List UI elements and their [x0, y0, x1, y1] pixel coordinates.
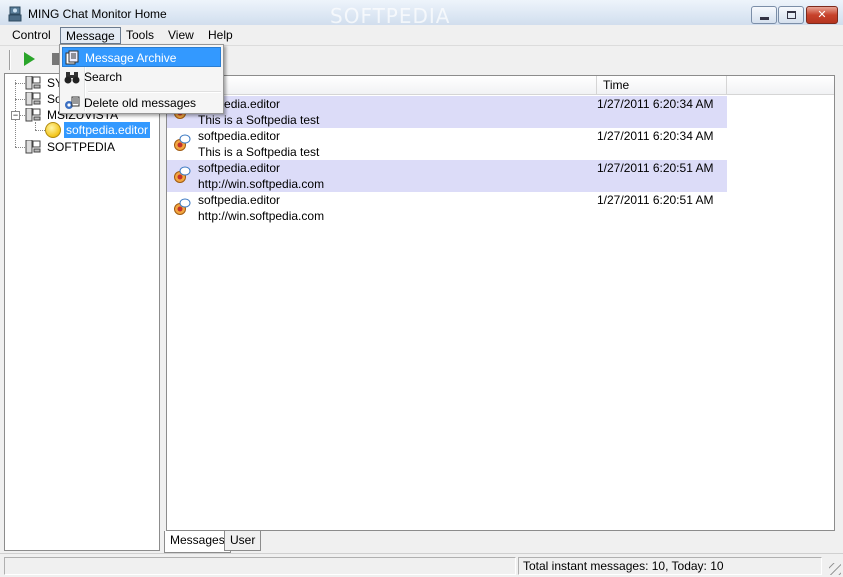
computer-icon [25, 76, 41, 90]
tree-line [35, 130, 45, 131]
menu-item-label: Search [84, 70, 123, 84]
computer-tree[interactable]: SY So − MSIZUVISTA softpedia.editor SOFT… [4, 73, 160, 551]
tab-user[interactable]: User [224, 531, 262, 551]
start-icon[interactable] [24, 52, 35, 66]
computer-icon [25, 140, 41, 154]
message-list[interactable]: Message Time softpedia.editor This is a … [166, 75, 835, 531]
status-panel-empty [4, 557, 516, 575]
tab-strip: Messages User [162, 531, 362, 553]
maximize-button[interactable] [778, 6, 804, 24]
tree-line [15, 99, 25, 100]
message-text: http://win.softpedia.com [198, 177, 325, 191]
message-time: 1/27/2011 6:20:51 AM [597, 193, 714, 207]
column-header-time[interactable]: Time [597, 76, 727, 95]
menu-item-label: Delete old messages [84, 96, 197, 110]
window-title: MING Chat Monitor Home [28, 7, 167, 21]
chat-bubble-icon [174, 198, 191, 215]
message-text: This is a Softpedia test [198, 113, 320, 127]
table-row[interactable]: softpedia.editor http://win.softpedia.co… [167, 192, 727, 224]
message-sender: softpedia.editor [198, 193, 281, 207]
toolbar-separator [9, 50, 11, 70]
menu-item-label: Message Archive [85, 51, 177, 65]
menu-tools[interactable]: Tools [121, 27, 159, 44]
close-button[interactable]: ✕ [806, 6, 838, 24]
menu-control[interactable]: Control [7, 27, 56, 44]
message-text: http://win.softpedia.com [198, 209, 325, 223]
table-row[interactable]: softpedia.editor This is a Softpedia tes… [167, 128, 727, 160]
table-row[interactable]: softpedia.editor This is a Softpedia tes… [167, 96, 727, 128]
message-count-status: Total instant messages: 10, Today: 10 [523, 559, 724, 573]
menu-view[interactable]: View [163, 27, 199, 44]
list-header: Message Time [167, 76, 834, 95]
column-header-message[interactable]: Message [167, 76, 597, 95]
delete-messages-icon [65, 96, 80, 109]
computer-icon [25, 92, 41, 106]
message-menu-dropdown: Message Archive Search Delete old messag… [59, 44, 224, 114]
chat-bubble-icon [174, 134, 191, 151]
tree-line [15, 83, 25, 84]
close-icon: ✕ [817, 9, 827, 21]
menu-message[interactable]: Message [60, 27, 121, 44]
tree-node-label: softpedia.editor [64, 122, 151, 138]
smiley-icon [45, 122, 61, 138]
message-time: 1/27/2011 6:20:34 AM [597, 97, 714, 111]
status-panel-summary: Total instant messages: 10, Today: 10 [518, 557, 822, 575]
tab-messages[interactable]: Messages [164, 531, 231, 553]
menu-item-delete-old-messages[interactable]: Delete old messages [62, 93, 221, 113]
tree-node-label: SOFTPEDIA [47, 140, 116, 154]
resize-grip-icon[interactable] [829, 563, 841, 575]
message-text: This is a Softpedia test [198, 145, 320, 159]
binoculars-icon [64, 72, 80, 84]
status-bar: Total instant messages: 10, Today: 10 [0, 553, 843, 577]
computer-icon [25, 108, 41, 122]
minimize-button[interactable] [751, 6, 777, 24]
chat-bubble-icon [174, 166, 191, 183]
message-sender: softpedia.editor [198, 161, 281, 175]
message-sender: softpedia.editor [198, 129, 281, 143]
minimize-icon [760, 17, 769, 20]
maximize-icon [787, 11, 796, 19]
table-row[interactable]: softpedia.editor http://win.softpedia.co… [167, 160, 727, 192]
archive-icon [65, 50, 79, 65]
message-time: 1/27/2011 6:20:51 AM [597, 161, 714, 175]
title-bar: MING Chat Monitor Home SOFTPEDIA ✕ [0, 0, 843, 28]
menu-bar: Control Message Tools View Help [0, 25, 843, 45]
message-time: 1/27/2011 6:20:34 AM [597, 129, 714, 143]
tree-line [35, 122, 36, 130]
menu-item-message-archive[interactable]: Message Archive [62, 47, 221, 67]
collapse-icon[interactable]: − [11, 111, 20, 120]
menu-item-search[interactable]: Search [62, 67, 221, 87]
app-icon [8, 6, 22, 22]
tree-line [15, 147, 25, 148]
menu-help[interactable]: Help [203, 27, 238, 44]
